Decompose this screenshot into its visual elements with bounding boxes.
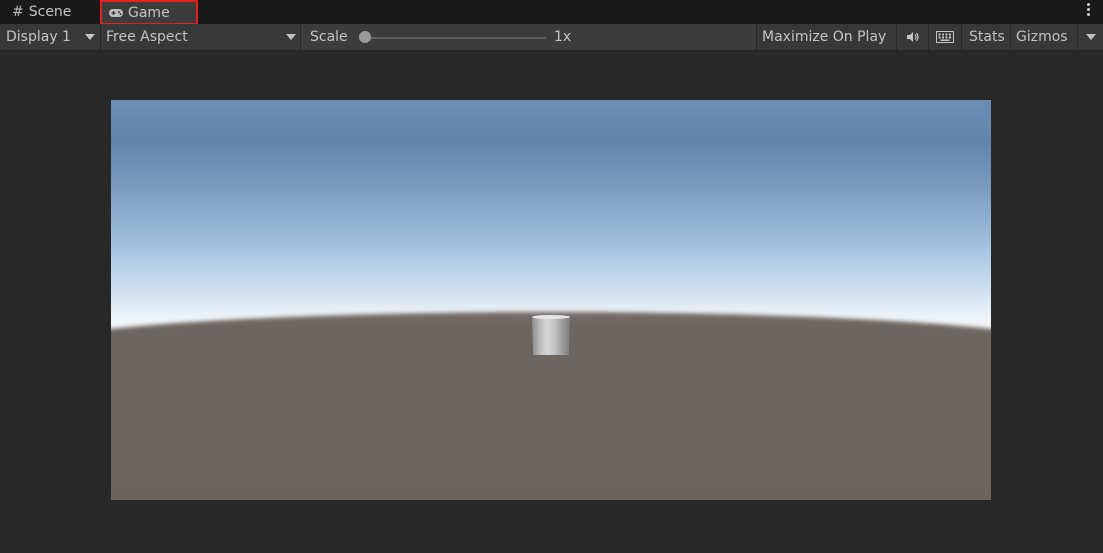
chevron-down-icon: [286, 34, 296, 40]
tab-game-label: Game: [128, 4, 170, 21]
shortcuts-toggle[interactable]: [929, 24, 962, 50]
chevron-down-icon: [1086, 34, 1096, 40]
gamepad-icon: [109, 8, 123, 17]
cylinder-object: [532, 317, 570, 355]
tab-game[interactable]: Game: [100, 0, 198, 25]
game-view-toolbar: Display 1 Free Aspect Scale 1x Maximize …: [0, 24, 1103, 51]
gizmos-dropdown[interactable]: [1077, 24, 1103, 50]
display-dropdown[interactable]: Display 1: [0, 24, 101, 50]
aspect-dropdown-label: Free Aspect: [106, 29, 188, 45]
cylinder-top: [532, 315, 570, 319]
maximize-on-play-toggle[interactable]: Maximize On Play: [756, 24, 897, 50]
gizmos-toggle[interactable]: Gizmos: [1011, 24, 1077, 50]
stats-label: Stats: [969, 29, 1005, 45]
speaker-icon: [906, 32, 919, 42]
scale-value: 1x: [554, 29, 572, 45]
mute-audio-toggle[interactable]: [897, 24, 929, 50]
maximize-on-play-label: Maximize On Play: [762, 29, 887, 45]
scale-slider-handle[interactable]: [359, 31, 371, 43]
keyboard-icon: [936, 31, 954, 43]
grid-icon: #: [12, 4, 24, 20]
gizmos-label: Gizmos: [1016, 29, 1068, 45]
scale-slider-track[interactable]: [360, 37, 546, 39]
game-viewport[interactable]: [111, 100, 991, 500]
window-tab-bar: # Scene Game: [0, 0, 1103, 25]
display-dropdown-label: Display 1: [6, 29, 71, 45]
aspect-dropdown[interactable]: Free Aspect: [101, 24, 301, 50]
stats-toggle[interactable]: Stats: [962, 24, 1011, 50]
scale-label: Scale: [310, 29, 348, 45]
tab-scene[interactable]: # Scene: [12, 0, 71, 24]
more-options-icon[interactable]: [1085, 3, 1091, 21]
chevron-down-icon: [85, 34, 95, 40]
scale-control: Scale 1x: [302, 24, 756, 50]
tab-scene-label: Scene: [28, 4, 72, 20]
